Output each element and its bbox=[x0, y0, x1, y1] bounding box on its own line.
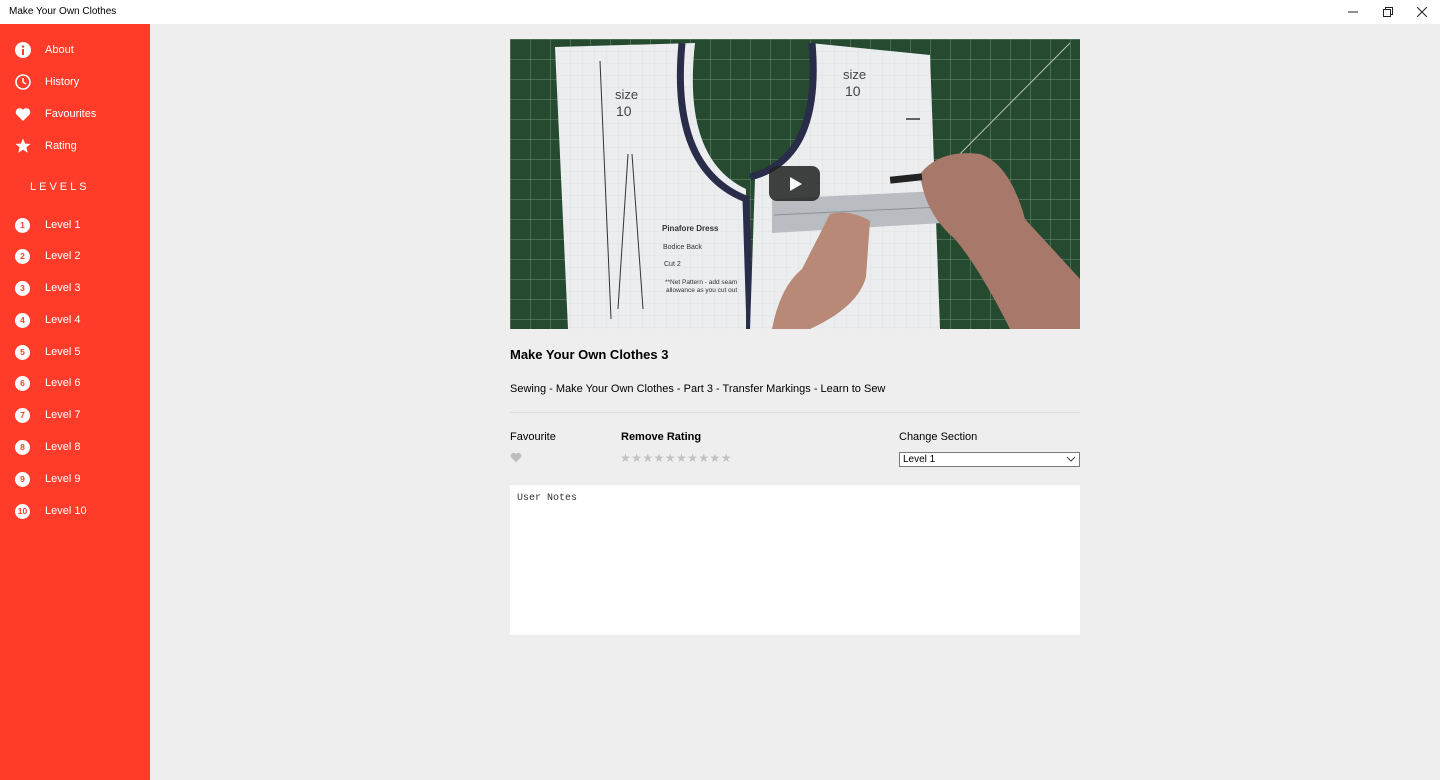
number-10-icon: 10 bbox=[15, 503, 30, 519]
restore-button[interactable] bbox=[1371, 0, 1405, 24]
number-2-icon: 2 bbox=[15, 248, 30, 264]
sidebar-item-label: Level 1 bbox=[45, 219, 81, 231]
user-notes-textarea[interactable]: User Notes bbox=[510, 485, 1080, 635]
sidebar-item-label: Favourites bbox=[45, 108, 97, 120]
pattern-size-label-right: size bbox=[843, 67, 866, 82]
sidebar-item-label: Level 7 bbox=[45, 409, 81, 421]
number-8-icon: 8 bbox=[15, 439, 30, 455]
sidebar-item-level-9[interactable]: 9 Level 9 bbox=[0, 465, 150, 493]
sidebar-item-favourites[interactable]: Favourites bbox=[0, 100, 150, 128]
sidebar-item-label: Level 8 bbox=[45, 441, 81, 453]
user-notes-placeholder: User Notes bbox=[517, 493, 578, 504]
favourite-label: Favourite bbox=[510, 431, 556, 443]
sidebar-item-level-4[interactable]: 4 Level 4 bbox=[0, 306, 150, 334]
info-icon bbox=[14, 42, 31, 59]
clock-icon bbox=[14, 74, 31, 91]
sidebar-item-label: Level 10 bbox=[45, 505, 87, 517]
star-9-icon[interactable]: ★ bbox=[710, 452, 721, 465]
star-6-icon[interactable]: ★ bbox=[676, 452, 687, 465]
favourite-heart-icon[interactable] bbox=[510, 452, 522, 463]
number-3-icon: 3 bbox=[15, 280, 30, 296]
pattern-size-label-left: size bbox=[615, 87, 638, 102]
number-1-icon: 1 bbox=[15, 217, 30, 233]
star-rating[interactable]: ★ ★ ★ ★ ★ ★ ★ ★ ★ ★ bbox=[620, 452, 732, 465]
star-icon bbox=[14, 138, 31, 155]
sidebar-item-label: Level 6 bbox=[45, 377, 81, 389]
sidebar-item-level-7[interactable]: 7 Level 7 bbox=[0, 401, 150, 429]
number-5-icon: 5 bbox=[15, 344, 30, 360]
sidebar-item-label: Level 9 bbox=[45, 473, 81, 485]
star-7-icon[interactable]: ★ bbox=[687, 452, 698, 465]
star-4-icon[interactable]: ★ bbox=[654, 452, 665, 465]
video-player[interactable]: size 10 size 10 Pinafore Dress Bodice Ba… bbox=[510, 39, 1080, 329]
pattern-piece-text: Bodice Back bbox=[663, 244, 702, 251]
sidebar-item-about[interactable]: About bbox=[0, 36, 150, 64]
sidebar-item-label: Rating bbox=[45, 140, 77, 152]
sidebar-item-level-3[interactable]: 3 Level 3 bbox=[0, 274, 150, 302]
app-title: Make Your Own Clothes bbox=[9, 6, 117, 17]
video-title: Make Your Own Clothes 3 bbox=[510, 347, 669, 362]
sidebar-item-level-8[interactable]: 8 Level 8 bbox=[0, 433, 150, 461]
section-select-value: Level 1 bbox=[903, 454, 936, 465]
pattern-note-line2: allowance as you cut out bbox=[666, 287, 737, 294]
sidebar-item-label: Level 5 bbox=[45, 346, 81, 358]
section-select[interactable]: Level 1 bbox=[899, 452, 1080, 467]
sidebar: About History Favourites Rating LEVELS 1… bbox=[0, 24, 150, 780]
sidebar-item-history[interactable]: History bbox=[0, 68, 150, 96]
number-6-icon: 6 bbox=[15, 375, 30, 391]
pattern-size-number-left: 10 bbox=[616, 103, 632, 119]
sidebar-item-label: About bbox=[45, 44, 74, 56]
star-5-icon[interactable]: ★ bbox=[665, 452, 676, 465]
sidebar-item-level-5[interactable]: 5 Level 5 bbox=[0, 338, 150, 366]
change-section-label: Change Section bbox=[899, 431, 978, 443]
sidebar-item-level-6[interactable]: 6 Level 6 bbox=[0, 369, 150, 397]
minimize-icon bbox=[1348, 11, 1358, 13]
title-bar: Make Your Own Clothes bbox=[0, 0, 1440, 24]
remove-rating-button[interactable]: Remove Rating bbox=[621, 431, 701, 443]
sidebar-item-level-10[interactable]: 10 Level 10 bbox=[0, 497, 150, 525]
sidebar-item-label: History bbox=[45, 76, 80, 88]
star-3-icon[interactable]: ★ bbox=[642, 452, 653, 465]
minimize-button[interactable] bbox=[1336, 0, 1370, 24]
number-4-icon: 4 bbox=[15, 312, 30, 328]
sidebar-item-label: Level 2 bbox=[45, 250, 81, 262]
pattern-cut-text: Cut 2 bbox=[664, 261, 681, 268]
pattern-size-number-right: 10 bbox=[845, 83, 861, 99]
video-description: Sewing - Make Your Own Clothes - Part 3 … bbox=[510, 383, 886, 395]
sidebar-item-rating[interactable]: Rating bbox=[0, 132, 150, 160]
levels-heading: LEVELS bbox=[30, 181, 90, 193]
close-icon bbox=[1417, 7, 1427, 17]
sidebar-item-label: Level 4 bbox=[45, 314, 81, 326]
pattern-name-text: Pinafore Dress bbox=[662, 224, 719, 233]
close-button[interactable] bbox=[1405, 0, 1439, 24]
star-2-icon[interactable]: ★ bbox=[631, 452, 642, 465]
star-1-icon[interactable]: ★ bbox=[620, 452, 631, 465]
sidebar-item-level-1[interactable]: 1 Level 1 bbox=[0, 211, 150, 239]
pattern-note-line1: **Net Pattern - add seam bbox=[665, 279, 737, 286]
heart-icon bbox=[14, 106, 31, 123]
star-8-icon[interactable]: ★ bbox=[698, 452, 709, 465]
chevron-down-icon bbox=[1066, 456, 1076, 462]
sidebar-item-level-2[interactable]: 2 Level 2 bbox=[0, 242, 150, 270]
sidebar-item-label: Level 3 bbox=[45, 282, 81, 294]
number-9-icon: 9 bbox=[15, 471, 30, 487]
play-button[interactable] bbox=[769, 166, 820, 201]
number-7-icon: 7 bbox=[15, 407, 30, 423]
star-10-icon[interactable]: ★ bbox=[721, 452, 732, 465]
restore-icon bbox=[1383, 7, 1393, 17]
divider bbox=[510, 412, 1080, 413]
